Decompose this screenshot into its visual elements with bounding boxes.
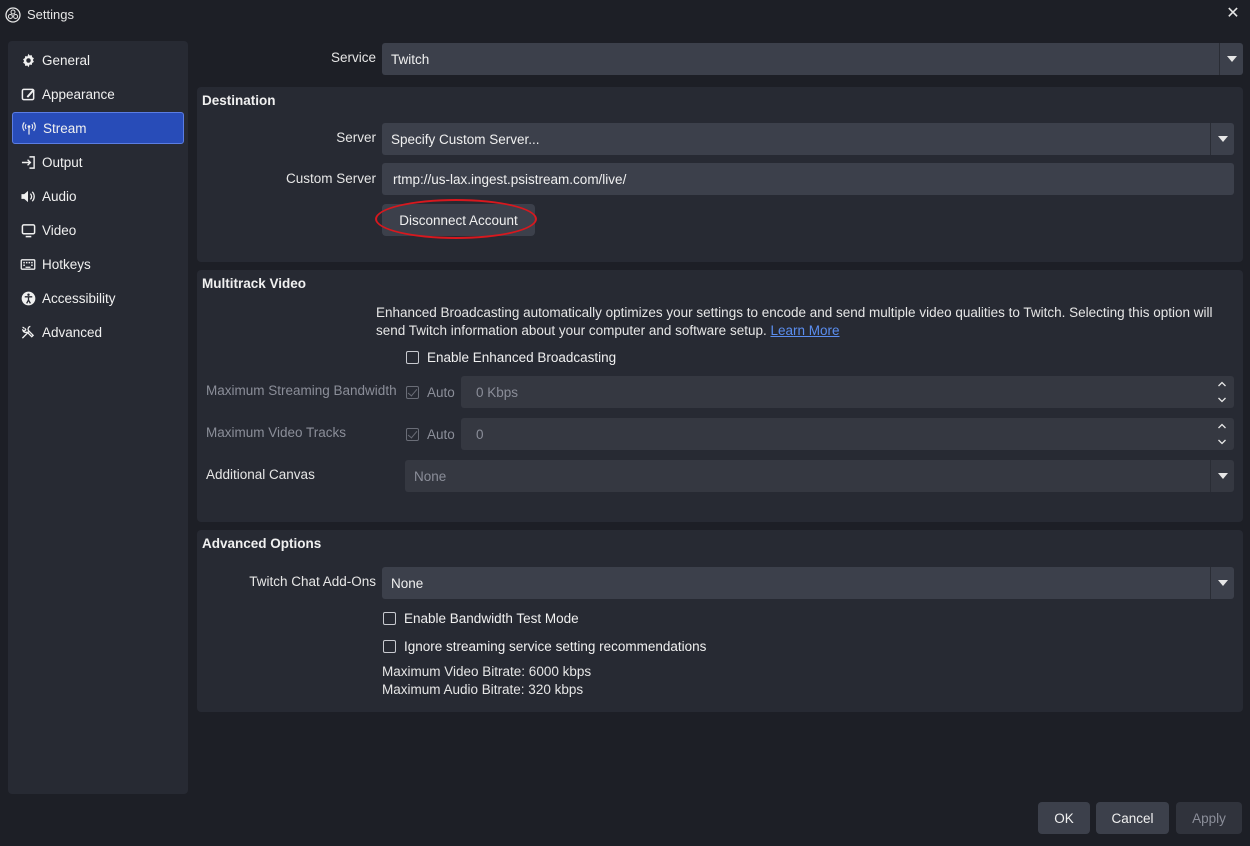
ignore-recommendations-checkbox[interactable]: Ignore streaming service setting recomme… [383,639,706,654]
advanced-options-title: Advanced Options [202,536,322,551]
gear-icon [19,51,37,69]
custom-server-input[interactable]: rtmp://us-lax.ingest.psistream.com/live/ [382,163,1234,195]
sidebar-item-label: Output [42,154,83,170]
max-video-bitrate: Maximum Video Bitrate: 6000 kbps [382,664,592,679]
close-icon[interactable]: ✕ [1224,5,1242,23]
checkbox-box[interactable] [406,386,419,399]
checkbox-box[interactable] [406,351,419,364]
additional-canvas-dropdown[interactable]: None [405,460,1234,492]
custom-server-label: Custom Server [285,171,376,186]
apply-button[interactable]: Apply [1176,802,1242,834]
bandwidth-test-checkbox[interactable]: Enable Bandwidth Test Mode [383,611,579,626]
chevron-down-icon [1210,123,1234,155]
output-icon [19,153,37,171]
sidebar-item-label: Advanced [42,324,103,340]
chevron-down-icon [1219,43,1243,75]
sidebar-item-hotkeys[interactable]: Hotkeys [12,248,184,280]
checkbox-label: Auto [427,385,455,400]
accessibility-icon [19,289,37,307]
checkbox-label: Ignore streaming service setting recomme… [404,639,707,654]
enable-enhanced-broadcasting-checkbox[interactable]: Enable Enhanced Broadcasting [406,350,616,365]
service-label: Service [330,50,376,65]
additional-canvas-label: Additional Canvas [206,467,315,482]
sidebar-item-label: General [42,52,91,68]
tools-icon [19,323,37,341]
checkbox-label: Enable Bandwidth Test Mode [404,611,579,626]
max-audio-bitrate: Maximum Audio Bitrate: 320 kbps [382,682,584,697]
sidebar-item-advanced[interactable]: Advanced [12,316,184,348]
disconnect-account-button[interactable]: Disconnect Account [382,204,535,236]
bandwidth-auto-checkbox[interactable]: Auto [406,385,455,400]
chevron-down-icon [1210,567,1234,599]
custom-server-value: rtmp://us-lax.ingest.psistream.com/live/ [393,171,627,187]
tracks-auto-checkbox[interactable]: Auto [406,427,455,442]
window-title: Settings [27,7,74,22]
chat-addons-label: Twitch Chat Add-Ons [249,574,376,589]
checkbox-label: Enable Enhanced Broadcasting [427,350,617,365]
monitor-icon [19,221,37,239]
sidebar-item-stream[interactable]: Stream [12,112,184,144]
checkbox-box[interactable] [383,612,396,625]
sidebar-item-video[interactable]: Video [12,214,184,246]
stream-settings-panel: Service Twitch Destination Server Specif… [190,30,1250,800]
title-bar: Settings ✕ [0,0,1250,30]
service-value: Twitch [391,51,430,67]
ok-button[interactable]: OK [1038,802,1090,834]
sidebar-item-label: Audio [42,188,77,204]
bandwidth-value: 0 Kbps [476,384,519,400]
chat-addons-dropdown[interactable]: None [382,567,1234,599]
sidebar-item-appearance[interactable]: Appearance [12,78,184,110]
sidebar-item-accessibility[interactable]: Accessibility [12,282,184,314]
server-value: Specify Custom Server... [391,131,540,147]
sidebar-item-label: Appearance [42,86,115,102]
video-tracks-label: Maximum Video Tracks [206,425,347,440]
bandwidth-label: Maximum Streaming Bandwidth [206,383,397,398]
info-text-2: send Twitch information about your compu… [376,323,767,338]
service-dropdown[interactable]: Twitch [382,43,1243,75]
cancel-button[interactable]: Cancel [1096,802,1169,834]
sidebar-item-label: Hotkeys [42,256,91,272]
sidebar-item-label: Stream [43,120,87,136]
checkbox-label: Auto [427,427,455,442]
tracks-value: 0 [476,426,484,442]
spin-arrows[interactable] [1210,376,1234,408]
bandwidth-spinbox[interactable]: 0 Kbps [461,376,1234,408]
sidebar-item-output[interactable]: Output [12,146,184,178]
multitrack-video-group: Multitrack Video Enhanced Broadcasting a… [197,270,1243,522]
sidebar-item-general[interactable]: General [12,44,184,76]
advanced-options-group: Advanced Options Twitch Chat Add-Ons Non… [197,530,1243,712]
learn-more-link[interactable]: Learn More [770,323,839,338]
sidebar-item-label: Accessibility [42,290,116,306]
info-text: Enhanced Broadcasting automatically opti… [376,305,1213,320]
multitrack-title: Multitrack Video [202,276,307,291]
settings-sidebar: General Appearance Stream Output Audio V… [8,41,188,794]
canvas-value: None [414,468,447,484]
chat-addons-value: None [391,575,424,591]
speaker-icon [19,187,37,205]
server-dropdown[interactable]: Specify Custom Server... [382,123,1234,155]
stream-icon [20,119,38,137]
enhanced-broadcasting-info: Enhanced Broadcasting automatically opti… [376,304,1236,340]
appearance-icon [19,85,37,103]
checkbox-box[interactable] [383,640,396,653]
checkbox-box[interactable] [406,428,419,441]
keyboard-icon [19,255,37,273]
sidebar-item-label: Video [42,222,77,238]
chevron-down-icon [1210,460,1234,492]
spin-arrows[interactable] [1210,418,1234,450]
destination-group: Destination Server Specify Custom Server… [197,87,1243,262]
sidebar-item-audio[interactable]: Audio [12,180,184,212]
destination-title: Destination [202,93,276,108]
server-label: Server [336,130,376,145]
video-tracks-spinbox[interactable]: 0 [461,418,1234,450]
obs-logo-icon [5,7,21,23]
